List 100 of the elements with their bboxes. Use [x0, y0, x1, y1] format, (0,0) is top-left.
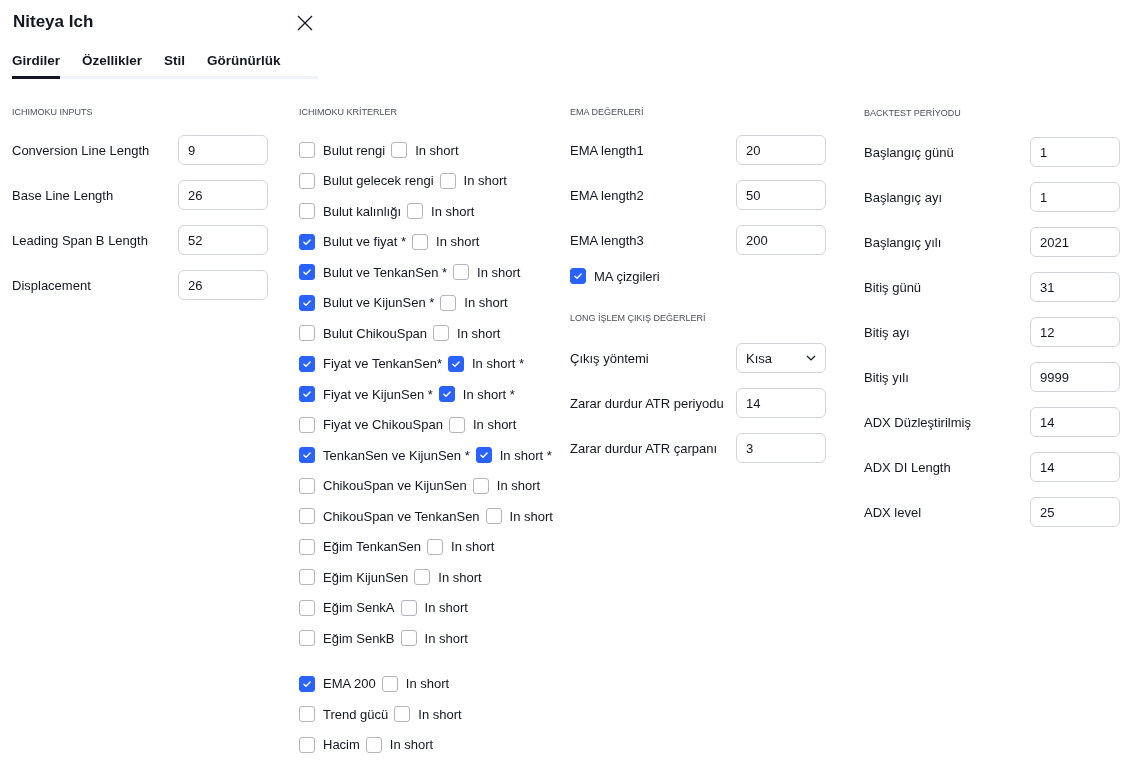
field-label: Zarar durdur ATR çarpanı: [570, 440, 719, 456]
checked-checkbox[interactable]: [570, 268, 586, 284]
number-input[interactable]: 20: [736, 135, 826, 165]
section-heading: LONG İŞLEM ÇIKIŞ DEĞERLERİ: [570, 313, 707, 325]
checkbox-label: In short: [509, 508, 553, 524]
number-input[interactable]: 1: [1030, 137, 1120, 167]
checked-checkbox[interactable]: [299, 294, 315, 311]
number-input[interactable]: 14: [1030, 452, 1120, 482]
checkbox[interactable]: [299, 599, 315, 616]
checked-checkbox[interactable]: [299, 355, 315, 372]
number-input[interactable]: 26: [178, 180, 268, 210]
checkbox-label: MA çizgileri: [594, 268, 660, 284]
field-label: Başlangıç yılı: [864, 234, 943, 250]
checkbox[interactable]: [400, 599, 417, 616]
section-heading: BACKTEST PERİYODU: [864, 108, 962, 120]
checkbox-label: Bulut ve TenkanSen *: [323, 264, 448, 280]
field-label: Başlangıç ayı: [864, 189, 944, 205]
checkbox[interactable]: [299, 736, 315, 753]
number-input[interactable]: 1: [1030, 182, 1120, 212]
field-label: Başlangıç günü: [864, 144, 955, 160]
section-heading: EMA DEĞERLERİ: [570, 107, 645, 119]
checkbox-label: Eğim KijunSen: [323, 569, 409, 585]
checkbox-label: Eğim SenkA: [323, 600, 395, 616]
checked-checkbox[interactable]: [299, 447, 315, 464]
checked-checkbox[interactable]: [299, 264, 315, 281]
tab[interactable]: Görünürlük: [207, 53, 281, 79]
close-icon[interactable]: [297, 14, 313, 31]
select-dropdown[interactable]: Kısa: [736, 343, 826, 373]
number-input[interactable]: 14: [736, 388, 826, 418]
checkbox[interactable]: [412, 233, 429, 250]
checkbox[interactable]: [299, 706, 315, 723]
checkbox[interactable]: [472, 477, 489, 494]
checked-checkbox[interactable]: [299, 386, 315, 403]
checkbox-label: In short: [405, 676, 450, 692]
number-input[interactable]: 9: [178, 135, 268, 165]
tab[interactable]: Girdiler: [12, 53, 60, 79]
checkbox[interactable]: [299, 477, 315, 494]
checkbox-label: Bulut gelecek rengi: [323, 173, 434, 189]
checkbox[interactable]: [299, 508, 315, 525]
tab[interactable]: Özellikler: [82, 53, 143, 79]
checkbox-label: In short: [496, 478, 541, 494]
checkbox[interactable]: [453, 264, 470, 281]
number-input[interactable]: 2021: [1030, 227, 1120, 257]
checked-checkbox[interactable]: [299, 233, 315, 250]
checkbox[interactable]: [414, 569, 431, 586]
checkbox-label: In short: [424, 600, 468, 616]
checkbox[interactable]: [299, 172, 315, 189]
checkbox[interactable]: [439, 172, 456, 189]
checkbox[interactable]: [299, 569, 315, 586]
chevron-icon: [806, 355, 816, 361]
checkbox[interactable]: [391, 142, 408, 159]
number-input[interactable]: 200: [736, 225, 826, 255]
checkbox[interactable]: [299, 538, 315, 555]
field-label: Displacement: [12, 277, 92, 293]
number-input[interactable]: 12: [1030, 317, 1120, 347]
field-label: EMA length2: [570, 187, 645, 203]
checkbox[interactable]: [427, 538, 444, 555]
dialog-title: Niteya Ich: [13, 12, 95, 32]
checkbox-label: In short: [477, 264, 521, 280]
checked-checkbox[interactable]: [448, 355, 464, 372]
checked-checkbox[interactable]: [299, 675, 315, 692]
checkbox[interactable]: [299, 325, 315, 342]
checkbox[interactable]: [299, 203, 315, 220]
number-input[interactable]: 26: [178, 270, 268, 300]
checkbox[interactable]: [407, 203, 424, 220]
checkbox[interactable]: [365, 736, 382, 753]
checkbox-label: Fiyat ve ChikouSpan: [323, 417, 443, 433]
number-input[interactable]: 31: [1030, 272, 1120, 302]
field-label: Base Line Length: [12, 187, 115, 203]
tab[interactable]: Stil: [164, 53, 186, 79]
field-label: ADX DI Length: [864, 459, 952, 475]
checkbox[interactable]: [381, 675, 398, 692]
checkbox[interactable]: [299, 142, 315, 159]
number-input[interactable]: 25: [1030, 497, 1120, 527]
number-input[interactable]: 3: [736, 433, 826, 463]
checkbox[interactable]: [448, 416, 465, 433]
checked-checkbox[interactable]: [475, 447, 492, 464]
checkbox[interactable]: [299, 630, 315, 647]
checkbox-label: Bulut kalınlığı: [323, 203, 402, 219]
number-input[interactable]: 9999: [1030, 362, 1120, 392]
checkbox[interactable]: [394, 706, 411, 723]
checkbox-label: In short: [457, 325, 501, 341]
checkbox-label: ChikouSpan ve TenkanSen: [323, 508, 480, 524]
section-heading: ICHIMOKU KRİTERLER: [299, 107, 398, 119]
number-input[interactable]: 14: [1030, 407, 1120, 437]
checkbox-label: In short: [415, 142, 459, 158]
checked-checkbox[interactable]: [438, 386, 455, 403]
checkbox[interactable]: [485, 508, 502, 525]
checkbox[interactable]: [440, 294, 457, 311]
checkbox-label: TenkanSen ve KijunSen *: [323, 447, 470, 463]
number-input[interactable]: 52: [178, 225, 268, 255]
checkbox-label: In short: [451, 539, 495, 555]
checkbox[interactable]: [400, 630, 417, 647]
checkbox[interactable]: [299, 416, 315, 433]
checkbox-label: In short: [472, 417, 517, 433]
checkbox[interactable]: [433, 325, 450, 342]
field-label: Conversion Line Length: [12, 142, 151, 158]
checkbox-label: In short: [389, 737, 434, 753]
field-label: Bitiş ayı: [864, 324, 911, 340]
number-input[interactable]: 50: [736, 180, 826, 210]
